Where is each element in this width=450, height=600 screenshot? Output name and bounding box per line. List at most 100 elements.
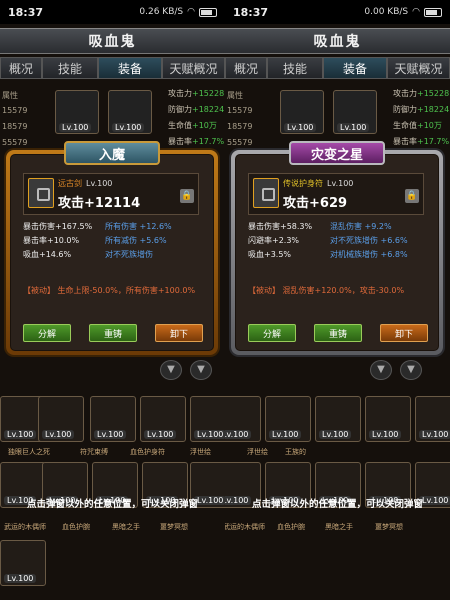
- inventory-item[interactable]: Lv.100: [0, 540, 46, 586]
- tab-bar: 概况 技能 装备 天赋概况: [225, 57, 450, 79]
- sub-stat-row: 闪避率+2.3% 对不死族增伤 +6.6%: [248, 236, 408, 245]
- item-label: 噩梦冥想: [160, 523, 188, 531]
- status-time: 18:37: [8, 5, 44, 19]
- item-header: 远古剑 Lv.100 攻击+12114 🔒: [23, 173, 199, 215]
- page-title: 吸血鬼: [0, 28, 225, 54]
- tab-equipment[interactable]: 装备: [323, 57, 387, 79]
- stat-row: 暴击率+17.7%: [393, 137, 450, 146]
- sub-stat-row: 吸血+14.6% 对不死族增伤: [23, 250, 153, 259]
- filter-icon[interactable]: ▼: [160, 360, 182, 380]
- inventory-item[interactable]: Lv.100: [225, 396, 261, 442]
- inventory-item[interactable]: Lv.100: [415, 396, 450, 442]
- inventory-item[interactable]: Lv.100: [365, 396, 411, 442]
- sub-stat-row: 暴击率+10.0% 所有减伤 +5.6%: [23, 236, 167, 245]
- item-label: 武运的木偶师: [4, 523, 46, 531]
- item-label: 武运的木偶师: [225, 523, 265, 531]
- action-buttons: 分解 重铸 卸下: [248, 324, 428, 342]
- inventory-item[interactable]: Lv.100: [90, 396, 136, 442]
- item-name: 传说护身符 Lv.100: [283, 179, 354, 188]
- network-speed: 0.26 KB/S: [139, 7, 184, 17]
- passive-effect: 【被动】 生命上限-50.0%，所有伤害+100.0%: [23, 286, 196, 295]
- item-label: 血色护身符: [130, 448, 165, 456]
- reforge-button[interactable]: 重铸: [314, 324, 362, 342]
- battery-icon: [199, 7, 217, 17]
- inventory-item[interactable]: Lv.100: [190, 396, 225, 442]
- stat-row: 攻击力+15228: [393, 89, 450, 98]
- stat-label: 属性: [2, 91, 18, 100]
- wifi-icon: ◠: [187, 7, 195, 17]
- status-time: 18:37: [233, 5, 269, 19]
- tab-overview[interactable]: 概况: [225, 57, 267, 79]
- status-icons: 0.00 KB/S ◠: [364, 7, 442, 17]
- item-label: 浮世绘: [247, 448, 268, 456]
- inventory-item[interactable]: Lv.100: [140, 396, 186, 442]
- tab-overview[interactable]: 概况: [0, 57, 42, 79]
- item-label: 黑暗之手: [325, 523, 353, 531]
- equipment-slot[interactable]: Lv.100: [55, 90, 99, 134]
- dismantle-button[interactable]: 分解: [248, 324, 296, 342]
- action-buttons: 分解 重铸 卸下: [23, 324, 203, 342]
- stat-value: 18579: [227, 122, 253, 131]
- tab-talent-overview[interactable]: 天赋概况: [162, 57, 225, 79]
- reforge-button[interactable]: 重铸: [89, 324, 137, 342]
- close-hint: 点击弹窗以外的任意位置，可以关闭弹窗: [251, 499, 423, 510]
- inventory-item[interactable]: Lv.100: [315, 396, 361, 442]
- sub-stat-row: 暴击伤害+167.5% 所有伤害 +12.6%: [23, 222, 172, 231]
- equipment-slot[interactable]: Lv.100: [280, 90, 324, 134]
- item-popup: 入魔 远古剑 Lv.100 攻击+12114 🔒 暴击伤害+167.5% 所有伤害 …: [6, 141, 218, 355]
- stat-value: 18579: [2, 122, 28, 131]
- sub-stats: 暴击伤害+58.3% 混乱伤害 +9.2% 闪避率+2.3% 对不死族增伤 +6.6…: [248, 221, 424, 263]
- stat-label: 属性: [227, 91, 243, 100]
- popup-banner: 入魔: [64, 141, 160, 165]
- item-header: 传说护身符 Lv.100 攻击+629 🔒: [248, 173, 424, 215]
- equipment-slot[interactable]: Lv.100: [333, 90, 377, 134]
- sub-stat-row: 暴击伤害+58.3% 混乱伤害 +9.2%: [248, 222, 392, 231]
- battery-icon: [424, 7, 442, 17]
- right-pane: 18:37 0.00 KB/S ◠ 吸血鬼 概况 技能 装备 天赋概况 属性 1…: [225, 0, 450, 600]
- tab-talent-overview[interactable]: 天赋概况: [387, 57, 450, 79]
- popup-banner: 灾变之星: [289, 141, 385, 165]
- item-label: 王族的: [285, 448, 306, 456]
- stat-value: 55579: [2, 138, 28, 147]
- status-bar: 18:37 0.00 KB/S ◠: [225, 0, 450, 24]
- filter-icon[interactable]: ▼: [370, 360, 392, 380]
- dismantle-button[interactable]: 分解: [23, 324, 71, 342]
- item-icon: [253, 178, 279, 208]
- item-icon: [28, 178, 54, 208]
- passive-effect: 【被动】 混乱伤害+120.0%，攻击-30.0%: [248, 286, 405, 295]
- item-label: 黑暗之手: [112, 523, 140, 531]
- filter-icon[interactable]: ▼: [190, 360, 212, 380]
- lock-icon[interactable]: 🔒: [180, 189, 194, 203]
- tab-skills[interactable]: 技能: [267, 57, 323, 79]
- inventory-item[interactable]: Lv.100: [265, 396, 311, 442]
- equipment-slot[interactable]: Lv.100: [108, 90, 152, 134]
- wifi-icon: ◠: [412, 7, 420, 17]
- close-hint: 点击弹窗以外的任意位置，可以关闭弹窗: [26, 499, 198, 510]
- tab-skills[interactable]: 技能: [42, 57, 98, 79]
- stat-row: 生命值+10万: [393, 121, 442, 130]
- item-label: 血色护腕: [277, 523, 305, 531]
- item-label: 血色护腕: [62, 523, 90, 531]
- unequip-button[interactable]: 卸下: [155, 324, 203, 342]
- inventory-item[interactable]: Lv.100: [38, 396, 84, 442]
- filter-icon[interactable]: ▼: [400, 360, 422, 380]
- stat-value: 15579: [2, 106, 28, 115]
- lock-icon[interactable]: 🔒: [405, 189, 419, 203]
- main-stat: 攻击+629: [283, 196, 348, 211]
- stat-row: 防御力+18224: [393, 105, 450, 114]
- stat-row: 生命值+10万: [168, 121, 217, 130]
- item-label: 独眼巨人之死: [8, 448, 50, 456]
- unequip-button[interactable]: 卸下: [380, 324, 428, 342]
- item-name: 远古剑 Lv.100: [58, 179, 113, 188]
- stat-row: 暴击率+17.7%: [168, 137, 225, 146]
- item-label: 浮世绘: [190, 448, 211, 456]
- stat-row: 攻击力+15228: [168, 89, 225, 98]
- root: 18:37 0.26 KB/S ◠ 吸血鬼 概况 技能 装备 天赋概况 属性 1…: [0, 0, 450, 600]
- left-pane: 18:37 0.26 KB/S ◠ 吸血鬼 概况 技能 装备 天赋概况 属性 1…: [0, 0, 225, 600]
- item-label: 噩梦冥想: [375, 523, 403, 531]
- status-icons: 0.26 KB/S ◠: [139, 7, 217, 17]
- main-stat: 攻击+12114: [58, 196, 141, 211]
- stat-value: 15579: [227, 106, 253, 115]
- tab-equipment[interactable]: 装备: [98, 57, 162, 79]
- stat-value: 55579: [227, 138, 253, 147]
